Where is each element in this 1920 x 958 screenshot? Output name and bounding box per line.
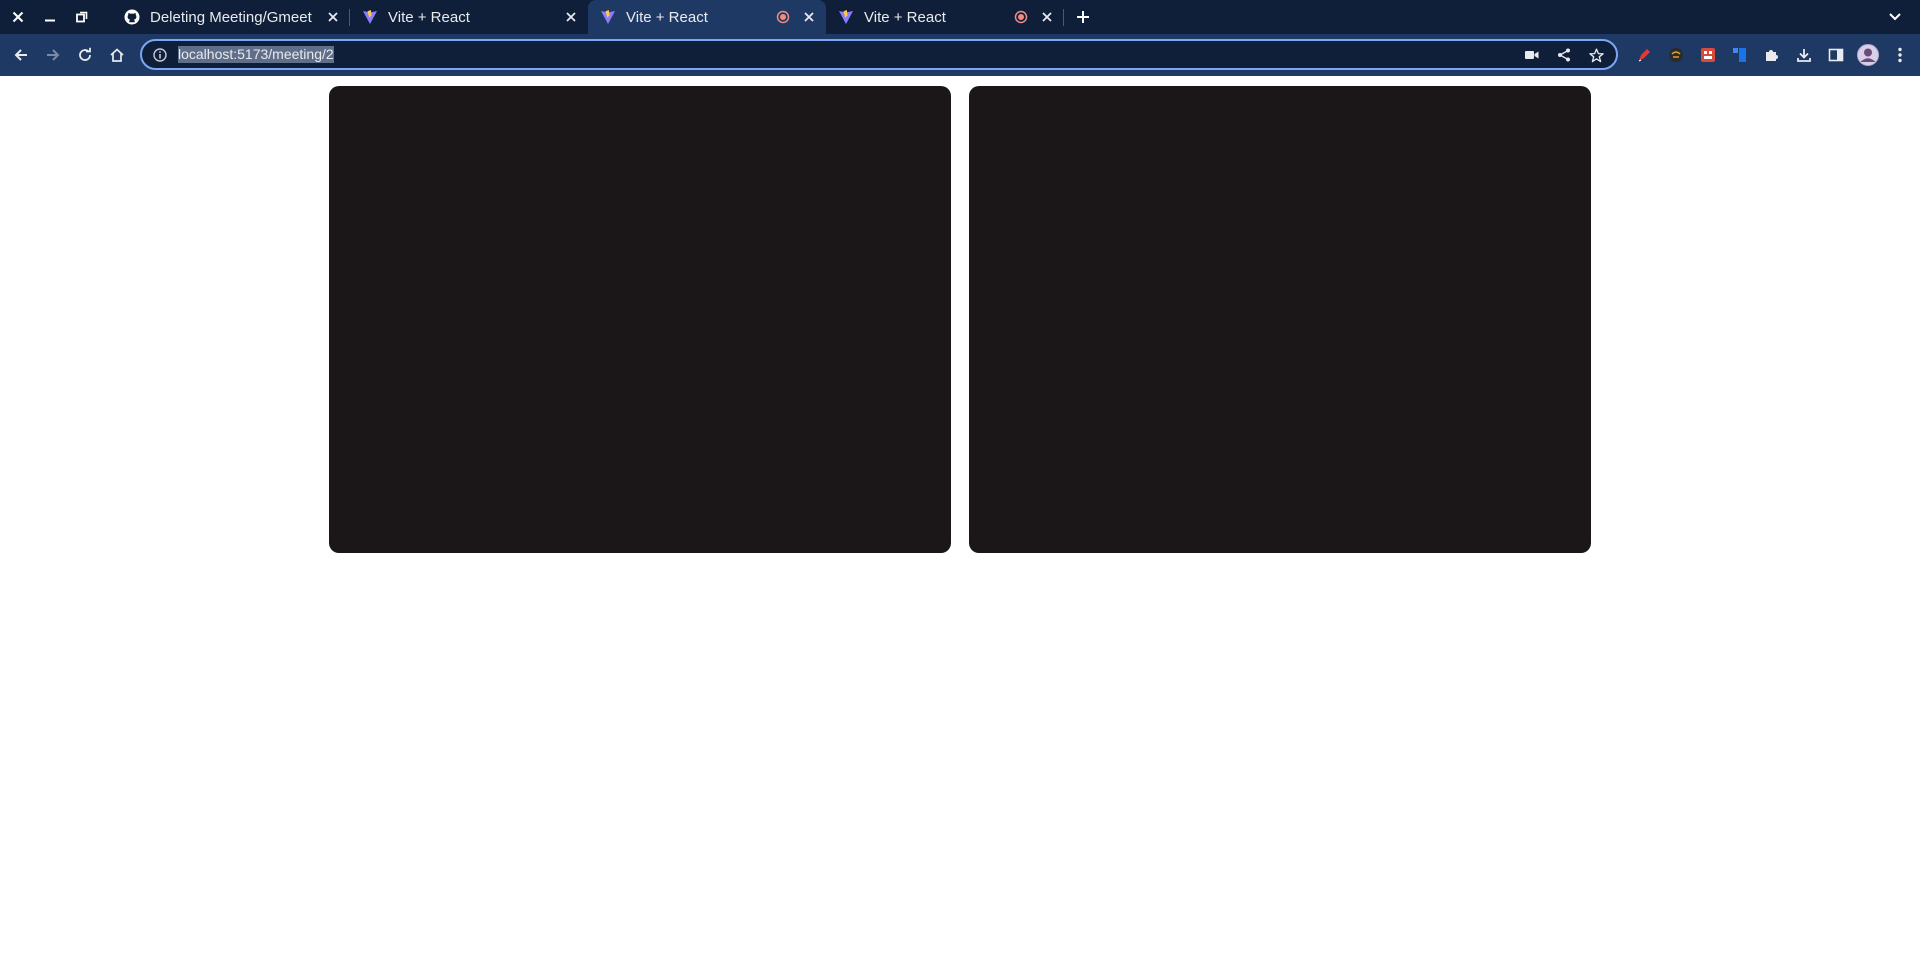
close-icon (566, 12, 576, 22)
extension-blue-bookmark[interactable] (1724, 39, 1756, 71)
minimize-icon (45, 19, 55, 22)
downloads-button[interactable] (1788, 39, 1820, 71)
reload-button[interactable] (69, 39, 101, 71)
tab-strip: Deleting Meeting/Gmeet Vite + React Vite… (0, 0, 1920, 34)
share-button[interactable] (1548, 43, 1580, 67)
tab-separator (1063, 9, 1064, 26)
tab-search-button[interactable] (1880, 0, 1910, 34)
camera-button[interactable] (1516, 43, 1548, 67)
kebab-menu-icon (1898, 47, 1902, 63)
tab-github[interactable]: Deleting Meeting/Gmeet (112, 0, 350, 34)
remote-video (969, 86, 1591, 553)
camera-icon (1525, 51, 1539, 59)
forward-button[interactable] (37, 39, 69, 71)
profile-avatar-button[interactable] (1852, 39, 1884, 71)
tab-vite-react-active[interactable]: Vite + React (588, 0, 826, 34)
window-close-button[interactable] (2, 0, 34, 34)
tab-close-button[interactable] (324, 8, 342, 26)
forward-arrow-icon (47, 49, 60, 61)
tab-title: Vite + React (864, 8, 946, 26)
bookmark-star-button[interactable] (1580, 43, 1612, 67)
chevron-down-icon (1889, 13, 1901, 21)
close-icon (328, 12, 338, 22)
star-icon (1588, 47, 1604, 62)
address-bar[interactable]: localhost:5173/meeting/2 (140, 39, 1618, 70)
share-icon (1558, 48, 1570, 62)
window-minimize-button[interactable] (34, 0, 66, 34)
local-video (329, 86, 951, 553)
recording-indicator-icon (1014, 10, 1028, 24)
close-icon (1042, 12, 1052, 22)
tab-close-button[interactable] (562, 8, 580, 26)
red-pen-icon (1638, 49, 1650, 62)
extension-mask[interactable] (1660, 39, 1692, 71)
download-icon (1797, 49, 1811, 62)
avatar (1857, 44, 1879, 66)
browser-menu-button[interactable] (1884, 39, 1916, 71)
mask-icon (1669, 48, 1683, 62)
tab-close-button[interactable] (1038, 8, 1056, 26)
vite-icon (600, 9, 616, 25)
home-icon (110, 48, 124, 62)
blue-bookmark-icon (1733, 48, 1746, 62)
window-controls (2, 0, 98, 34)
toolbar: localhost:5173/meeting/2 (0, 34, 1920, 76)
close-icon (804, 12, 814, 22)
info-icon[interactable] (152, 47, 168, 63)
pixel-icon (1701, 48, 1715, 62)
restore-icon (76, 11, 88, 23)
back-button[interactable] (5, 39, 37, 71)
new-tab-button[interactable] (1066, 0, 1100, 34)
url-text[interactable]: localhost:5173/meeting/2 (178, 46, 334, 63)
window-restore-button[interactable] (66, 0, 98, 34)
extension-red-pen[interactable] (1628, 39, 1660, 71)
vite-icon (362, 9, 378, 25)
tab-vite-react[interactable]: Vite + React (350, 0, 588, 34)
tab-title: Vite + React (388, 8, 470, 26)
recording-indicator-icon (776, 10, 790, 24)
side-panel-icon (1828, 48, 1844, 62)
close-icon (12, 11, 24, 23)
navigation-buttons (5, 39, 133, 71)
extension-pixel[interactable] (1692, 39, 1724, 71)
extensions-button[interactable] (1756, 39, 1788, 71)
side-panel-button[interactable] (1820, 39, 1852, 71)
home-button[interactable] (101, 39, 133, 71)
tab-vite-react[interactable]: Vite + React (826, 0, 1064, 34)
page-content (0, 76, 1920, 958)
tab-list: Deleting Meeting/Gmeet Vite + React Vite… (112, 0, 1100, 34)
vite-icon (838, 9, 854, 25)
browser-window: Deleting Meeting/Gmeet Vite + React Vite… (0, 0, 1920, 958)
reload-icon (79, 47, 91, 61)
plus-icon (1077, 11, 1089, 23)
address-bar-actions (1516, 43, 1612, 67)
back-arrow-icon (14, 49, 27, 61)
tab-close-button[interactable] (800, 8, 818, 26)
extensions-area (1628, 39, 1916, 71)
tab-title: Deleting Meeting/Gmeet (150, 8, 312, 26)
puzzle-icon (1766, 50, 1778, 61)
github-icon (124, 9, 140, 25)
tab-title: Vite + React (626, 8, 708, 26)
